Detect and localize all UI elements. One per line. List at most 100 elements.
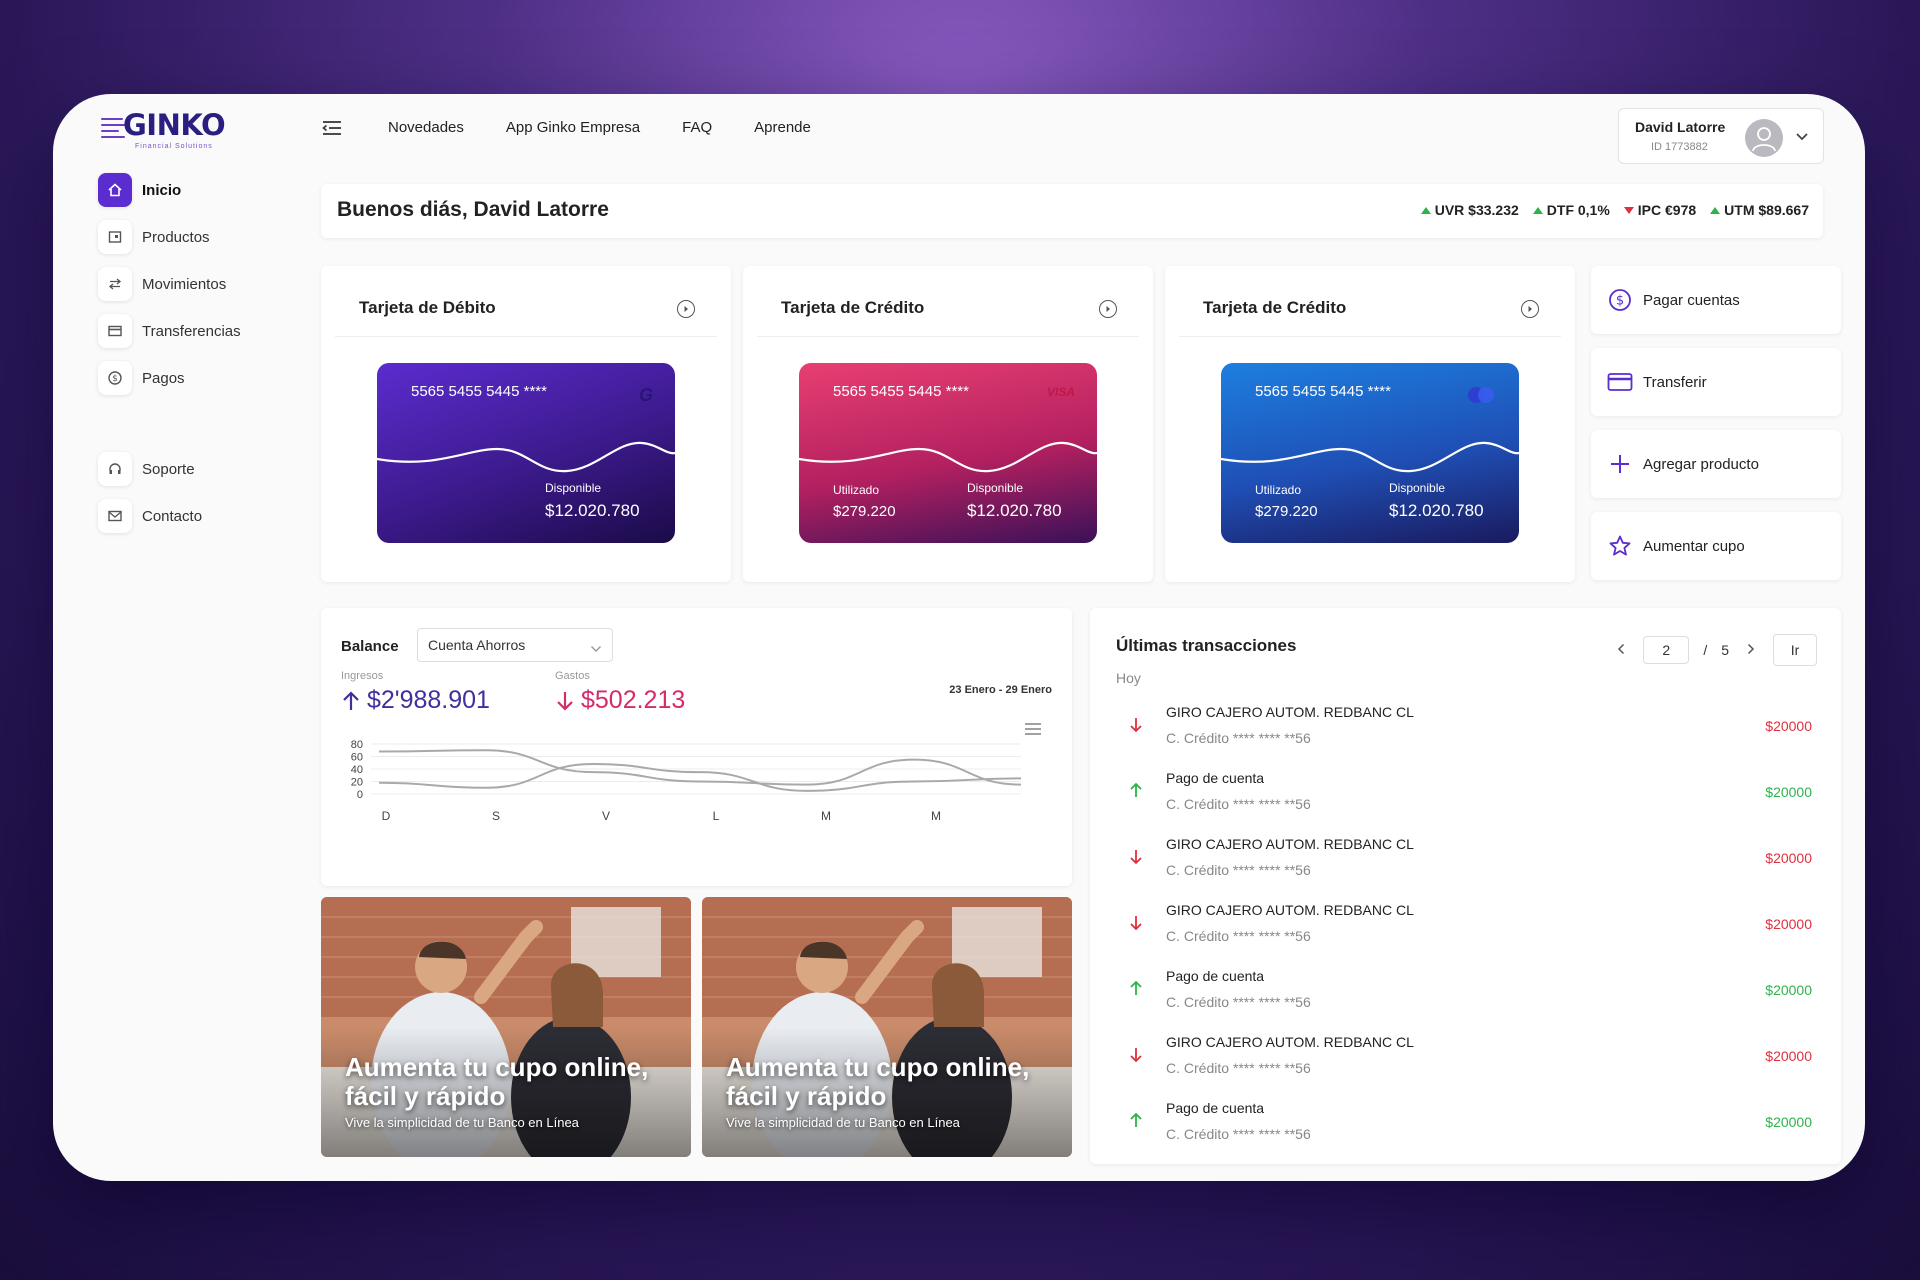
transaction-amount: $20000 [1765,850,1812,866]
credit-card-panel-mastercard: Tarjeta de Crédito 5565 5455 5445 **** U… [1165,266,1575,582]
transaction-name: Pago de cuenta [1166,770,1265,786]
ginko-logo[interactable]: GINKO Financial Solutions [101,106,231,150]
used-amount: $279.220 [1255,503,1318,520]
sidebar-item-transferencias[interactable]: Transferencias [98,312,328,350]
avatar [1745,119,1783,157]
transactions-list: GIRO CAJERO AUTOM. REDBANC CL C. Crédito … [1116,694,1816,1156]
card-icon [1607,369,1633,395]
increase-limit-button[interactable]: Aumentar cupo [1591,512,1841,580]
promo-banner-2[interactable]: Aumenta tu cupo online, fácil y rápido V… [702,897,1072,1157]
sidebar-item-pagos[interactable]: $ Pagos [98,359,328,397]
chart-series-line-1 [378,749,1022,786]
menu-toggle-icon[interactable] [321,118,343,138]
arrow-up-icon [343,690,359,710]
card-panel-title: Tarjeta de Crédito [781,298,925,317]
mastercard-icon [1468,387,1494,403]
card-number: 5565 5455 5445 **** [1255,383,1391,400]
available-label: Disponible [1389,481,1446,495]
top-nav: Novedades App Ginko Empresa FAQ Aprende [388,119,811,136]
sidebar-item-movimientos[interactable]: Movimientos [98,265,328,303]
arrow-down-icon [1128,1046,1144,1069]
arrow-down-icon [1128,716,1144,739]
chevron-right-icon[interactable] [1743,642,1759,658]
transaction-card: C. Crédito **** **** **56 [1166,862,1311,878]
card-details-icon[interactable] [1521,300,1539,318]
chart-series-line-2 [378,762,1022,792]
transaction-row[interactable]: GIRO CAJERO AUTOM. REDBANC CL C. Crédito … [1116,694,1816,760]
debit-card-panel: Tarjeta de Débito 5565 5455 5445 **** G … [321,266,731,582]
card-brand-logo: G [638,385,653,405]
account-select[interactable]: Cuenta Ahorros [417,628,613,662]
home-icon [98,173,132,207]
y-tick-label: 60 [351,752,363,764]
sidebar-item-label: Transferencias [142,322,241,340]
available-amount: $12.020.780 [1389,501,1484,520]
card-icon [98,314,132,348]
sidebar-item-contacto[interactable]: Contacto [98,497,328,535]
add-product-button[interactable]: Agregar producto [1591,430,1841,498]
transaction-name: GIRO CAJERO AUTOM. REDBANC CL [1166,902,1414,918]
sidebar-item-label: Movimientos [142,275,227,293]
coin-icon: $ [98,361,132,395]
mail-icon [98,499,132,533]
transaction-row[interactable]: GIRO CAJERO AUTOM. REDBANC CL C. Crédito … [1116,826,1816,892]
card-wave-decoration [799,441,1097,473]
topnav-link-faq[interactable]: FAQ [682,119,712,136]
transfer-button[interactable]: Transferir [1591,348,1841,416]
topnav-link-aprende[interactable]: Aprende [754,119,811,136]
transaction-row[interactable]: Pago de cuenta C. Crédito **** **** **56 $… [1116,1090,1816,1156]
greeting-text: Buenos diás, David Latorre [337,198,609,221]
promo-subtitle: Vive la simplicidad de tu Banco en Línea [726,1115,960,1130]
pay-bills-button[interactable]: $ Pagar cuentas [1591,266,1841,334]
plus-icon [1607,451,1633,477]
transaction-amount: $20000 [1765,982,1812,998]
chevron-left-icon[interactable] [1613,642,1629,658]
transaction-card: C. Crédito **** **** **56 [1166,994,1311,1010]
transaction-row[interactable]: GIRO CAJERO AUTOM. REDBANC CL C. Crédito … [1116,1024,1816,1090]
x-tick-label: S [492,809,500,823]
credit-card-visa[interactable]: 5565 5455 5445 **** VISA Utilizado $279.… [799,363,1097,543]
page-separator: / [1703,642,1708,658]
go-page-button[interactable]: Ir [1773,634,1817,666]
x-tick-label: L [713,809,720,823]
arrow-down-icon [557,691,573,711]
topnav-link-novedades[interactable]: Novedades [388,119,464,136]
card-wave-decoration [377,441,675,473]
available-amount: $12.020.780 [967,501,1062,520]
expense-amount: $502.213 [555,686,685,715]
transactions-panel: Últimas transacciones Hoy 2 / 5 Ir GIRO … [1090,608,1841,1164]
page-input[interactable]: 2 [1643,636,1690,664]
x-tick-label: M [931,809,941,823]
quick-action-label: Agregar producto [1643,455,1759,473]
card-details-icon[interactable] [677,300,695,318]
user-icon [1752,127,1776,152]
indicator-dtf: DTF 0,1% [1532,202,1610,218]
logo-text: GINKO [123,108,226,142]
headset-icon [98,452,132,486]
credit-card-panel-visa: Tarjeta de Crédito 5565 5455 5445 **** V… [743,266,1153,582]
sidebar: Inicio Productos Movimientos Transferenc… [98,171,328,544]
transaction-row[interactable]: GIRO CAJERO AUTOM. REDBANC CL C. Crédito … [1116,892,1816,958]
sidebar-item-label: Productos [142,228,210,246]
transaction-card: C. Crédito **** **** **56 [1166,928,1311,944]
trend-up-icon [1420,206,1431,214]
chevron-down-icon [590,640,602,656]
available-label: Disponible [545,481,602,495]
user-menu[interactable]: David Latorre ID 1773882 [1618,108,1824,164]
sidebar-item-label: Contacto [142,507,203,525]
quick-action-label: Aumentar cupo [1643,537,1745,555]
debit-card[interactable]: 5565 5455 5445 **** G Disponible $12.020… [377,363,675,543]
card-details-icon[interactable] [1099,300,1117,318]
transaction-row[interactable]: Pago de cuenta C. Crédito **** **** **56 $… [1116,760,1816,826]
credit-card-mastercard[interactable]: 5565 5455 5445 **** Utilizado $279.220 D… [1221,363,1519,543]
sidebar-item-soporte[interactable]: Soporte [98,450,328,488]
used-label: Utilizado [1255,483,1302,497]
expense-label: Gastos [555,670,590,682]
transaction-amount: $20000 [1765,1114,1812,1130]
promo-banner-1[interactable]: Aumenta tu cupo online, fácil y rápido V… [321,897,691,1157]
transaction-amount: $20000 [1765,1048,1812,1064]
transaction-row[interactable]: Pago de cuenta C. Crédito **** **** **56 $… [1116,958,1816,1024]
sidebar-item-inicio[interactable]: Inicio [98,171,328,209]
sidebar-item-productos[interactable]: Productos [98,218,328,256]
topnav-link-app-empresa[interactable]: App Ginko Empresa [506,119,640,136]
